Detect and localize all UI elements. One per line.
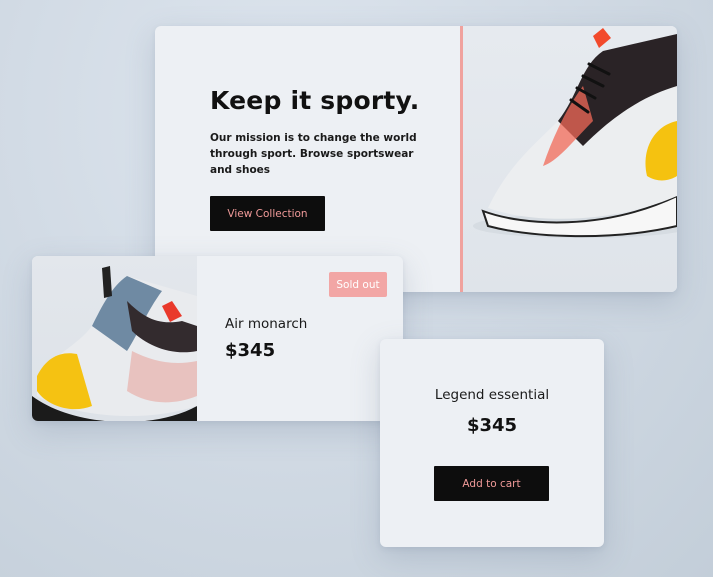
product-card-legend-essential[interactable]: Legend essential $345 Add to cart <box>380 339 604 547</box>
add-to-cart-button[interactable]: Add to cart <box>434 466 549 501</box>
product-sneaker-image <box>32 256 197 421</box>
product-price: $345 <box>225 340 276 361</box>
hero-title: Keep it sporty. <box>210 86 420 115</box>
product-name: Air monarch <box>225 316 308 332</box>
product-name: Legend essential <box>434 387 550 403</box>
product-card-air-monarch[interactable]: Sold out Air monarch $345 <box>32 256 403 421</box>
hero-description: Our mission is to change the world throu… <box>210 132 417 176</box>
hero-sneaker-image <box>463 26 677 292</box>
hero-card: Keep it sporty. Our mission is to change… <box>155 26 677 292</box>
view-collection-button[interactable]: View Collection <box>210 196 325 231</box>
sold-out-badge: Sold out <box>329 272 387 297</box>
product-price: $345 <box>466 415 518 436</box>
